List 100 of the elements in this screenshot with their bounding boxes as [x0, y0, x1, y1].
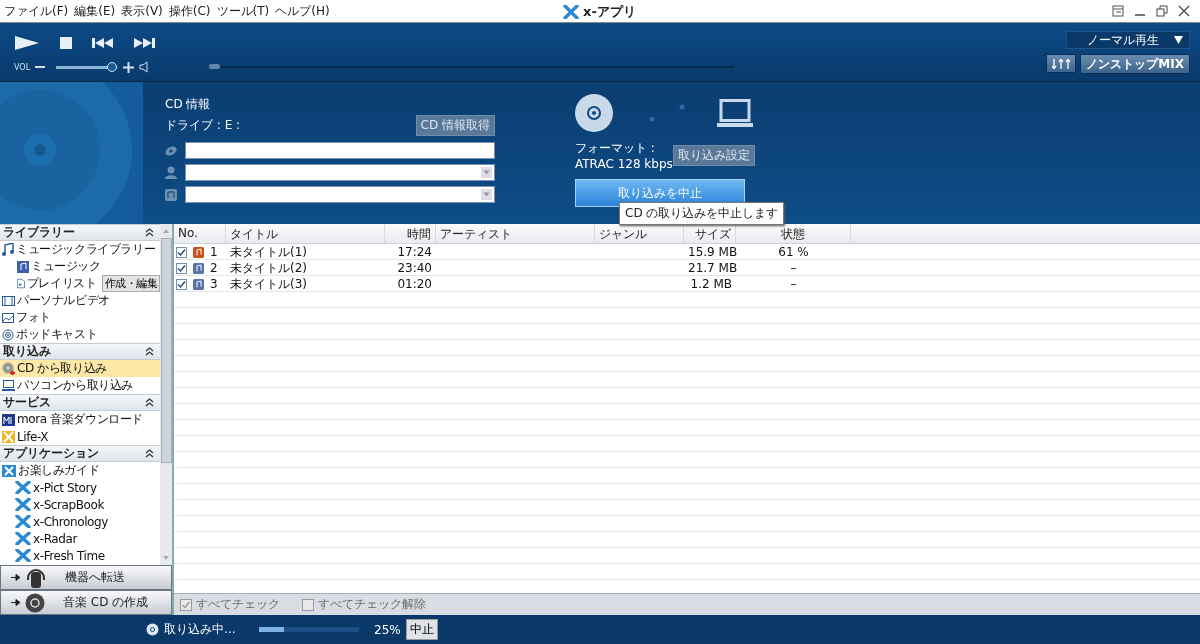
mini-player-icon[interactable] [1112, 5, 1124, 17]
volume-up-icon[interactable] [123, 61, 135, 73]
section-header[interactable]: アプリケーション [0, 445, 160, 462]
column-header[interactable]: タイトル [226, 224, 385, 243]
sidebar-item[interactable]: ポッドキャスト [0, 326, 160, 343]
section-header[interactable]: 取り込み [0, 343, 160, 360]
track-number: 3 [210, 277, 218, 291]
menu-item[interactable]: 編集(E) [74, 2, 116, 20]
create-edit-button[interactable]: 作成・編集 [101, 275, 160, 292]
disc-icon [165, 144, 177, 157]
equalizer-button[interactable] [1046, 54, 1077, 73]
table-cell: 未タイトル(2) [230, 261, 307, 275]
collapse-icon[interactable] [145, 228, 154, 237]
volume-down-icon[interactable] [35, 65, 46, 69]
combo-field[interactable] [185, 164, 495, 181]
collapse-icon[interactable] [145, 398, 154, 407]
restore-icon[interactable] [1156, 5, 1168, 17]
checkbox[interactable] [176, 246, 187, 258]
fetch-cd-info-button[interactable]: CD 情報取得 [415, 115, 495, 136]
section-title: サービス [3, 394, 51, 411]
table-cell: 未タイトル(1) [230, 245, 307, 259]
x-app-icon [15, 532, 31, 545]
next-icon[interactable] [134, 38, 156, 48]
checkbox-icon [180, 598, 192, 611]
column-header[interactable]: アーティスト [436, 224, 595, 243]
menu-item[interactable]: 操作(C) [168, 2, 211, 20]
progress-percent: 25% [374, 622, 401, 637]
format-value: ATRAC 128 kbps [575, 157, 673, 171]
sidebar-item[interactable]: x-Chronology [0, 513, 160, 530]
table-cell: – [790, 261, 797, 275]
genre-icon [165, 188, 177, 201]
podcast-icon [2, 328, 14, 341]
side-action-button[interactable]: 音楽 CD の作成 [0, 590, 172, 615]
sidebar-item[interactable]: x-Radar [0, 530, 160, 547]
cd-import-icon [2, 362, 15, 375]
sidebar-item[interactable]: x-ScrapBook [0, 496, 160, 513]
section-title: ライブラリー [3, 224, 75, 241]
disc-icon [146, 623, 159, 636]
menu-item[interactable]: 表示(V) [121, 2, 163, 20]
menu-item[interactable]: ツール(T) [216, 2, 270, 20]
equalizer-icon [1052, 58, 1071, 69]
column-header[interactable]: ジャンル [595, 224, 684, 243]
sidebar-item[interactable]: お楽しみガイド [0, 462, 160, 479]
play-icon[interactable] [14, 35, 40, 51]
collapse-icon[interactable] [145, 449, 154, 458]
stop-button[interactable]: 中止 [405, 619, 438, 640]
sidebar-item[interactable]: x-Pict Story [0, 479, 160, 496]
sidebar-item[interactable]: プレイリスト 作成・編集 [0, 275, 160, 292]
section-title: 取り込み [3, 343, 51, 360]
sidebar-item[interactable]: CD から取り込み [0, 360, 160, 377]
section-header[interactable]: ライブラリー [0, 224, 160, 241]
sidebar-item[interactable]: ミュージックライブラリー [0, 241, 160, 258]
import-settings-button[interactable]: 取り込み設定 [673, 145, 755, 166]
table-cell: – [790, 277, 797, 291]
nonstop-mix-button[interactable]: ノンストップMIX [1080, 54, 1190, 74]
sidebar-item[interactable]: パソコンから取り込み [0, 377, 160, 394]
track-number: 2 [210, 261, 218, 275]
menu-item[interactable]: ヘルプ(H) [275, 2, 330, 20]
menu-item[interactable]: ファイル(F) [4, 2, 69, 20]
side-action-button[interactable]: 機器へ転送 [0, 565, 172, 590]
section-title: アプリケーション [3, 445, 99, 462]
sidebar-item[interactable]: Life-X [0, 428, 160, 445]
person-icon [165, 166, 177, 179]
volume-label: VOL [14, 62, 31, 72]
previous-icon[interactable] [92, 38, 114, 48]
sidebar-item[interactable]: ミュージック [0, 258, 160, 275]
arrow-icon [11, 574, 21, 581]
combo-field[interactable] [185, 186, 495, 203]
sidebar-item[interactable]: x-Fresh Time [0, 547, 160, 564]
sidebar-item[interactable]: フォト [0, 309, 160, 326]
volume-slider[interactable] [56, 65, 119, 69]
disc-icon [25, 592, 45, 613]
laptop-icon [2, 380, 15, 391]
cd-info-heading: CD 情報 [165, 96, 212, 113]
sidebar-item[interactable]: mora 音楽ダウンロード [0, 411, 160, 428]
album-field[interactable] [185, 142, 495, 159]
column-header[interactable]: 時間 [385, 224, 436, 243]
table-cell: 01:20 [397, 277, 432, 291]
section-header[interactable]: サービス [0, 394, 160, 411]
column-header[interactable]: サイズ [684, 224, 736, 243]
playlist-icon [17, 277, 25, 290]
table-cell: 23:40 [397, 261, 432, 275]
x-app-icon [15, 498, 31, 511]
column-header[interactable]: 状態 [736, 224, 851, 243]
dropdown-arrow-icon [1174, 36, 1183, 44]
speaker-icon[interactable] [139, 61, 150, 73]
checkbox[interactable] [176, 262, 187, 274]
collapse-icon[interactable] [145, 347, 154, 356]
film-icon [2, 295, 15, 306]
play-mode-dropdown[interactable]: ノーマル再生 [1066, 31, 1190, 49]
table-cell: 15.9 MB [688, 245, 738, 259]
column-header[interactable]: No. [174, 224, 226, 243]
close-icon[interactable] [1178, 5, 1190, 17]
checkbox[interactable] [176, 278, 187, 290]
format-label: フォーマット : [575, 140, 656, 157]
window-title: x-アプリ [583, 3, 636, 21]
sidebar-item[interactable]: パーソナルビデオ [0, 292, 160, 309]
table-cell: 61 % [778, 245, 809, 259]
arrow-icon [11, 599, 21, 606]
photo-icon [2, 312, 14, 323]
